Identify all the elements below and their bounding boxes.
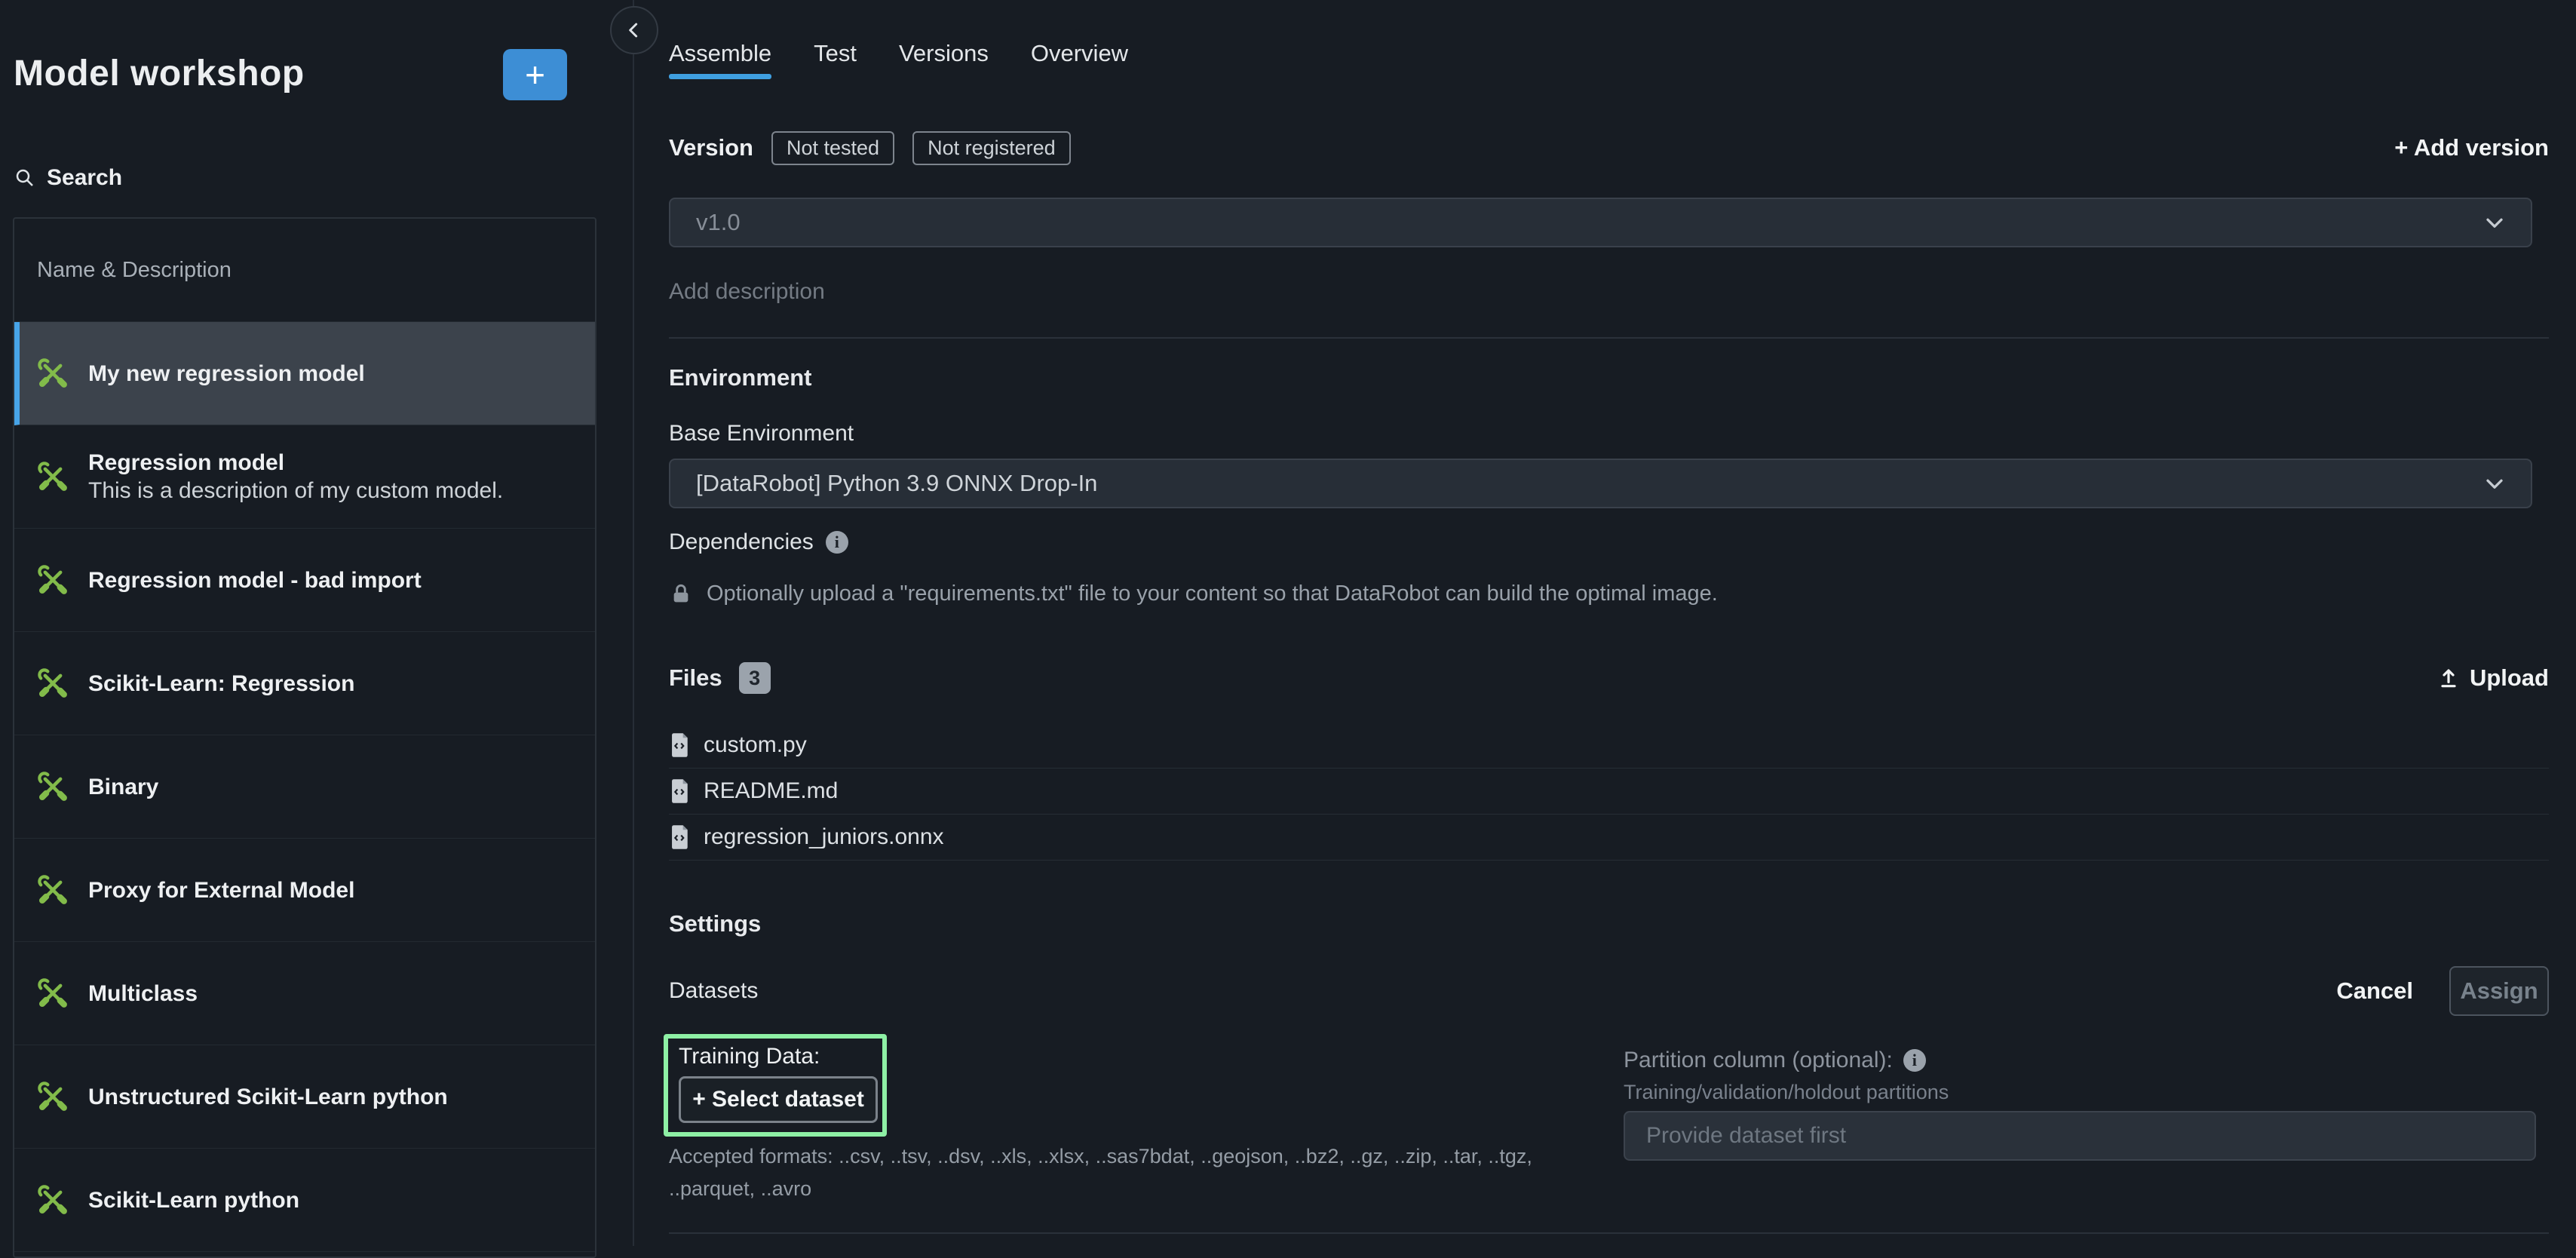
model-list-item[interactable]: Unstructured Scikit-Learn python [14, 1045, 595, 1149]
model-item-description: This is a description of my custom model… [88, 477, 503, 505]
file-list: custom.py README.md [669, 723, 2549, 861]
version-select-value: v1.0 [696, 209, 741, 236]
file-row[interactable]: custom.py [669, 723, 2549, 769]
section-divider [669, 1232, 2549, 1234]
datasets-label: Datasets [669, 978, 758, 1004]
not-tested-badge: Not tested [771, 131, 894, 165]
model-tools-icon [37, 771, 69, 802]
model-tools-icon [37, 874, 69, 906]
model-workshop-sidebar: Model workshop + Search Name & Descripti… [0, 0, 634, 1246]
model-tabs: Assemble Test Versions Overview [669, 34, 1128, 73]
upload-label: Upload [2470, 664, 2549, 692]
partition-column-input[interactable] [1624, 1111, 2536, 1161]
plus-icon: + [525, 54, 545, 95]
file-name: README.md [704, 778, 838, 804]
partition-hint: Training/validation/holdout partitions [1624, 1077, 1949, 1107]
model-tools-icon [37, 977, 69, 1009]
base-environment-value: [DataRobot] Python 3.9 ONNX Drop-In [696, 470, 1097, 497]
model-list: Name & Description My new regression mod… [13, 217, 596, 1258]
add-description-field[interactable]: Add description [669, 275, 825, 309]
partition-column-label-row: Partition column (optional): i [1624, 1044, 1926, 1077]
version-header-row: Version Not tested Not registered + Add … [669, 128, 2549, 167]
file-code-icon [669, 824, 692, 850]
model-tools-icon [37, 1184, 69, 1216]
model-tools-icon [37, 461, 69, 492]
model-tools-icon [37, 357, 69, 389]
model-list-header: Name & Description [14, 219, 595, 322]
dependencies-row: Dependencies i [669, 525, 848, 560]
page-title: Model workshop [14, 51, 305, 97]
model-item-label: Regression model [88, 449, 503, 477]
files-heading: Files [669, 664, 722, 692]
version-label: Version [669, 134, 753, 161]
model-detail-main: Assemble Test Versions Overview Version … [636, 0, 2576, 1246]
chevron-down-icon [2481, 209, 2508, 236]
model-tools-icon [37, 1081, 69, 1112]
dependencies-note-row: Optionally upload a "requirements.txt" f… [669, 576, 1718, 611]
info-icon[interactable]: i [826, 531, 848, 554]
partition-column-label: Partition column (optional): [1624, 1048, 1893, 1073]
collapse-sidebar-button[interactable] [610, 6, 658, 54]
base-environment-label: Base Environment [669, 416, 854, 451]
model-item-label: Unstructured Scikit-Learn python [88, 1083, 448, 1111]
model-list-item[interactable]: Binary [14, 735, 595, 839]
accepted-formats-note: Accepted formats: ..csv, ..tsv, ..dsv, .… [669, 1140, 1574, 1205]
file-code-icon [669, 778, 692, 804]
file-code-icon [669, 732, 692, 758]
file-name: custom.py [704, 732, 807, 758]
model-tools-icon [37, 564, 69, 596]
environment-heading: Environment [669, 361, 811, 395]
tab-assemble[interactable]: Assemble [669, 34, 771, 73]
model-item-label: Scikit-Learn: Regression [88, 670, 354, 698]
model-list-item[interactable]: Scikit-Learn python [14, 1149, 595, 1252]
settings-heading: Settings [669, 907, 761, 941]
tab-versions[interactable]: Versions [899, 34, 989, 73]
datasets-row: Datasets Cancel Assign [669, 966, 2549, 1016]
base-environment-select[interactable]: [DataRobot] Python 3.9 ONNX Drop-In [669, 459, 2532, 508]
info-icon[interactable]: i [1903, 1049, 1926, 1072]
search-icon [14, 167, 36, 189]
search-label: Search [47, 165, 122, 191]
model-list-item[interactable]: Regression model This is a description o… [14, 425, 595, 529]
dependencies-note: Optionally upload a "requirements.txt" f… [707, 581, 1718, 606]
training-data-label: Training Data: [679, 1043, 872, 1070]
file-row[interactable]: regression_juniors.onnx [669, 815, 2549, 861]
version-select[interactable]: v1.0 [669, 198, 2532, 247]
file-name: regression_juniors.onnx [704, 824, 944, 850]
model-tools-icon [37, 667, 69, 699]
lock-icon [669, 581, 693, 606]
model-list-item[interactable]: Regression model - bad import [14, 529, 595, 632]
model-item-label: My new regression model [88, 360, 365, 388]
model-item-label: Binary [88, 773, 158, 801]
model-list-item[interactable]: Multiclass [14, 942, 595, 1045]
add-version-button[interactable]: + Add version [2394, 134, 2549, 161]
files-count-badge: 3 [739, 662, 771, 694]
tab-overview[interactable]: Overview [1031, 34, 1128, 73]
model-item-label: Scikit-Learn python [88, 1186, 299, 1214]
search-input[interactable]: Search [14, 160, 122, 196]
model-list-item[interactable]: Proxy for External Model [14, 839, 595, 942]
cancel-button[interactable]: Cancel [2336, 977, 2413, 1005]
tab-test[interactable]: Test [814, 34, 857, 73]
assign-button[interactable]: Assign [2449, 966, 2549, 1016]
model-list-item[interactable]: My new regression model [14, 322, 595, 425]
files-header-row: Files 3 Upload [669, 659, 2549, 697]
file-row[interactable]: README.md [669, 769, 2549, 815]
add-model-button[interactable]: + [503, 49, 567, 100]
chevron-left-icon [622, 18, 646, 42]
upload-button[interactable]: Upload [2436, 664, 2549, 692]
model-item-label: Proxy for External Model [88, 876, 354, 904]
section-divider [669, 337, 2549, 339]
upload-icon [2436, 666, 2461, 690]
model-list-item[interactable]: Scikit-Learn: Regression [14, 632, 595, 735]
dependencies-label: Dependencies [669, 529, 814, 555]
chevron-down-icon [2481, 470, 2508, 497]
not-registered-badge: Not registered [912, 131, 1071, 165]
model-item-label: Multiclass [88, 980, 198, 1008]
training-data-highlight-box: Training Data: + Select dataset [664, 1034, 887, 1137]
select-dataset-button[interactable]: + Select dataset [679, 1076, 878, 1123]
model-item-label: Regression model - bad import [88, 566, 422, 594]
